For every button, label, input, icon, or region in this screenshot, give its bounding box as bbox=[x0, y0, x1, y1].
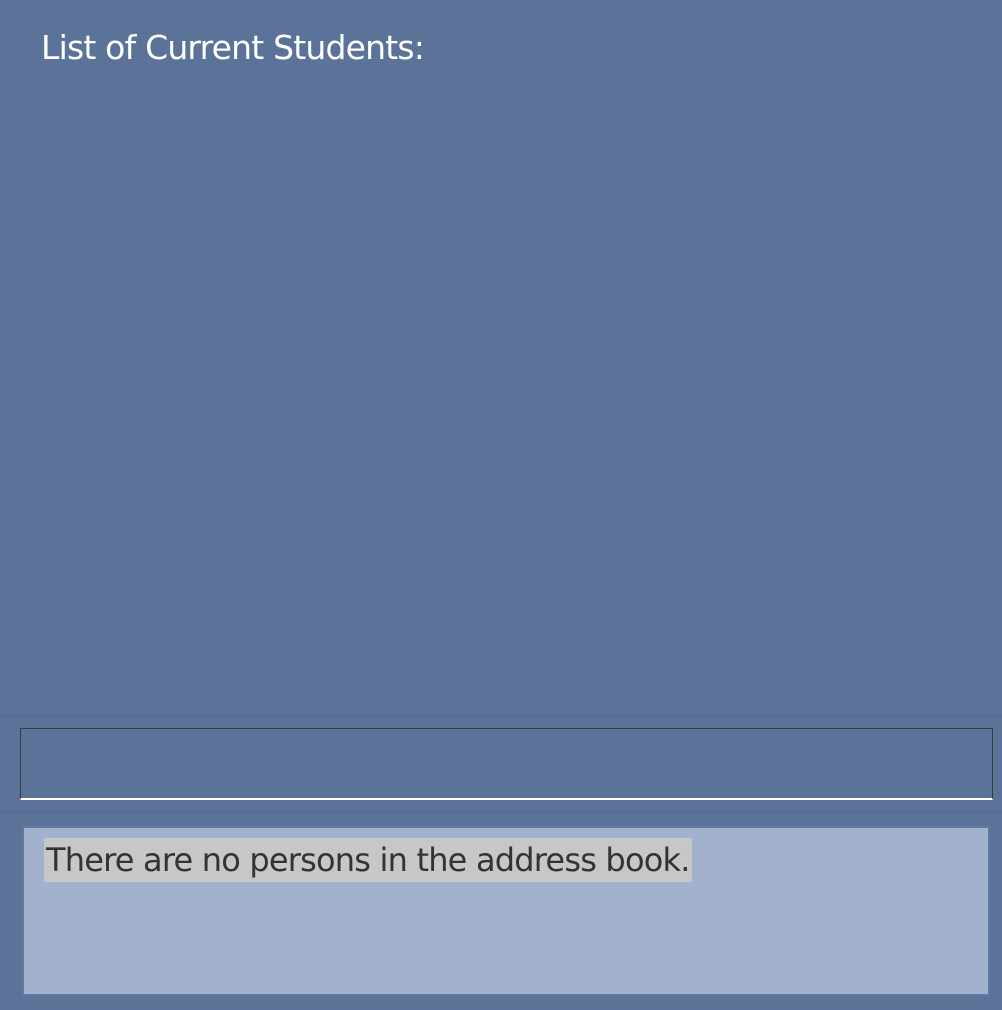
command-input[interactable] bbox=[21, 729, 992, 798]
result-message: There are no persons in the address book… bbox=[44, 838, 692, 882]
result-area: There are no persons in the address book… bbox=[0, 813, 1002, 1010]
result-display[interactable]: There are no persons in the address book… bbox=[22, 826, 990, 996]
command-box[interactable] bbox=[20, 728, 993, 800]
command-area bbox=[0, 718, 1002, 810]
student-list-panel: List of Current Students: bbox=[0, 0, 1002, 715]
student-list-title: List of Current Students: bbox=[41, 28, 425, 67]
